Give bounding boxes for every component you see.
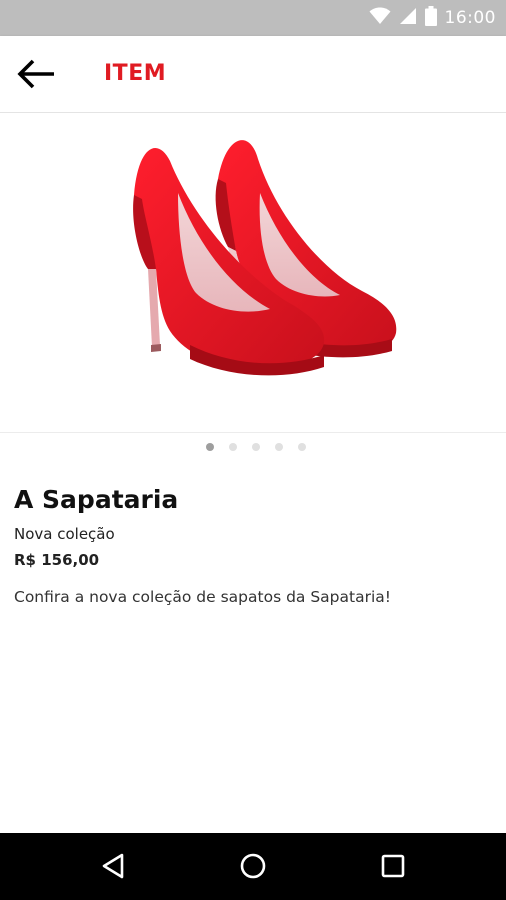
carousel-pagination[interactable] [0,440,506,454]
price: R$ 156,00 [14,551,100,569]
page-dot-active[interactable] [206,443,214,451]
signal-icon [399,7,417,30]
product-image [133,140,397,376]
product-info: A Sapataria Nova coleção R$ 156,00 Confi… [14,478,492,608]
carousel-divider [0,432,506,433]
page-dot[interactable] [298,443,306,451]
collection-label: Nova coleção [14,525,115,543]
page-dot[interactable] [275,443,283,451]
wifi-icon [369,7,391,30]
app-bar: ITEM [0,36,506,113]
product-description: Confira a nova coleção de sapatos da Sap… [14,588,391,606]
recents-square-icon [381,854,405,878]
page-dot[interactable] [229,443,237,451]
page-title: ITEM [104,61,167,86]
nav-recents-button[interactable] [366,841,420,891]
home-circle-icon [240,853,266,879]
image-carousel[interactable] [0,113,506,433]
back-button[interactable] [10,50,62,98]
arrow-back-icon [17,59,54,89]
status-bar: 16:00 [0,0,506,36]
status-icons: 16:00 [369,0,497,36]
nav-home-button[interactable] [226,841,280,891]
battery-icon [424,5,437,31]
status-time: 16:00 [444,8,496,28]
nav-back-button[interactable] [86,841,140,891]
back-triangle-icon [102,853,124,879]
page-dot[interactable] [252,443,260,451]
store-name: A Sapataria [14,485,179,514]
system-nav-bar [0,833,506,900]
